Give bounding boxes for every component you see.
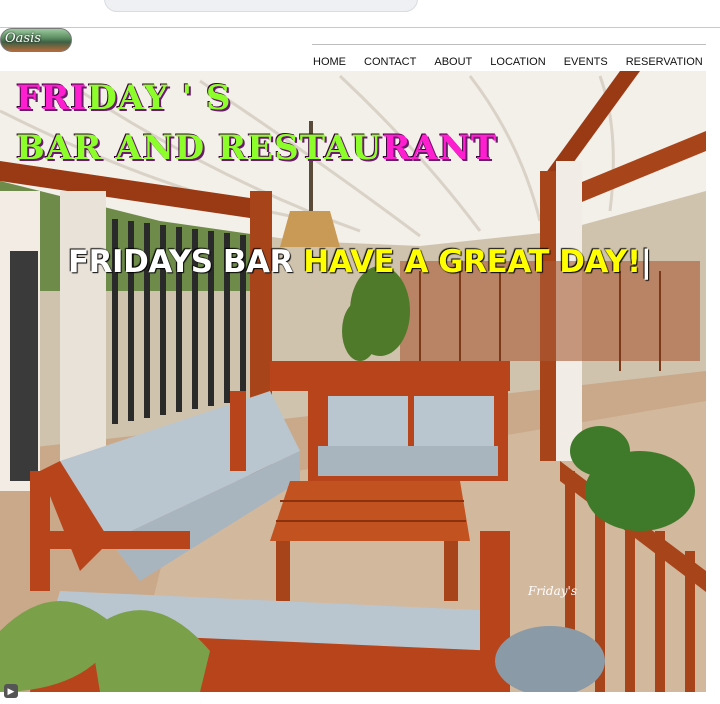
- nav-home[interactable]: HOME: [313, 56, 346, 68]
- tagline-yellow: HAVE A GREAT DAY!: [303, 244, 641, 280]
- nav-about[interactable]: ABOUT: [434, 56, 472, 68]
- browser-top-area: [0, 0, 720, 28]
- hero-title: FRIDAY ' S BAR AND RESTAURANT: [16, 73, 497, 173]
- hero-title-line2: BAR AND RESTAURANT: [16, 128, 498, 168]
- play-icon[interactable]: ▶: [4, 684, 18, 698]
- main-nav: HOME CONTACT ABOUT LOCATION EVENTS RESER…: [313, 56, 703, 68]
- site-logo[interactable]: Oasis: [0, 28, 72, 52]
- tagline-white: FRIDAYS BAR: [68, 244, 304, 280]
- hero-tagline: FRIDAYS BAR HAVE A GREAT DAY!|: [68, 244, 652, 280]
- logo-text: Oasis: [5, 31, 41, 46]
- nav-contact[interactable]: CONTACT: [364, 56, 416, 68]
- divider: [0, 27, 720, 28]
- typing-cursor: |: [640, 244, 652, 280]
- fridays-sign: Friday's: [527, 584, 577, 598]
- nav-divider: [312, 44, 706, 45]
- hero-title-line1: FRIDAY ' S: [16, 78, 232, 118]
- search-bar[interactable]: [104, 0, 418, 12]
- nav-events[interactable]: EVENTS: [564, 56, 608, 68]
- nav-location[interactable]: LOCATION: [490, 56, 545, 68]
- nav-reservation[interactable]: RESERVATION: [626, 56, 703, 68]
